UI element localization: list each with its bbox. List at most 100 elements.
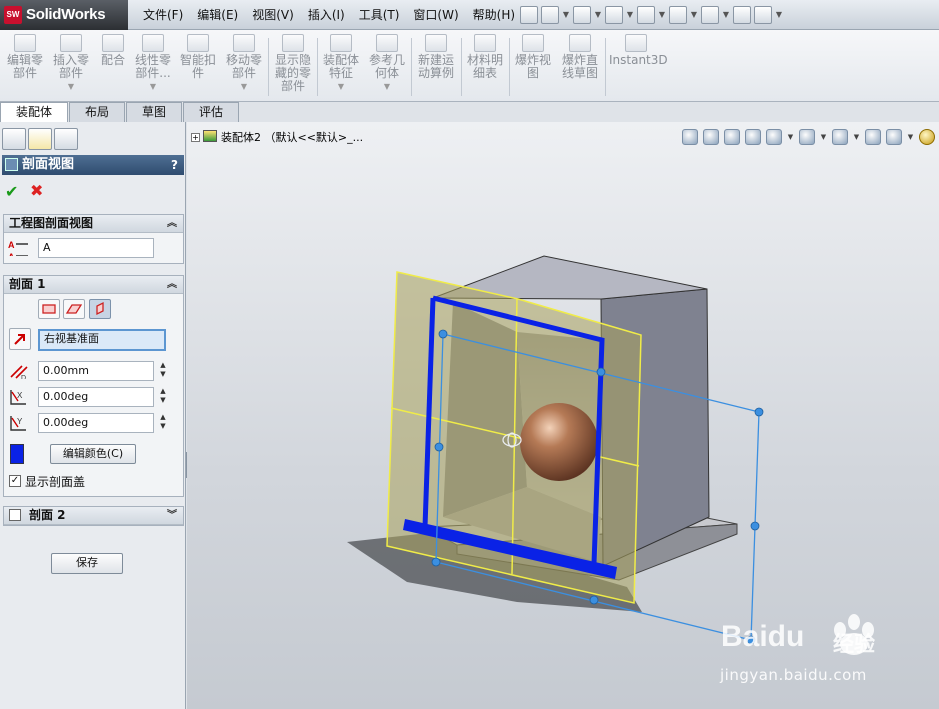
menu-tools[interactable]: 工具(T): [352, 0, 407, 30]
section2-header[interactable]: 剖面 2 ︾: [4, 507, 183, 525]
section-name-icon: A A: [8, 240, 28, 256]
chevron-down-icon: ▼: [383, 82, 391, 91]
edit-color-button[interactable]: 编辑颜色(C): [50, 444, 136, 464]
tab-layout[interactable]: 布局: [69, 102, 126, 122]
print-icon[interactable]: [637, 6, 655, 24]
ok-check-icon[interactable]: ✔: [5, 182, 18, 201]
chevron-down-icon[interactable]: ▼: [594, 6, 602, 24]
help-icon[interactable]: ?: [171, 155, 178, 175]
toolbar-separator: [411, 38, 412, 96]
show-cap-checkbox[interactable]: ✓: [9, 475, 21, 487]
tab-sketch[interactable]: 草图: [126, 102, 183, 122]
chevron-down-icon[interactable]: ▼: [658, 6, 666, 24]
collapse-chevron-icon[interactable]: ︽: [167, 276, 177, 293]
section2-checkbox[interactable]: [9, 509, 21, 521]
chevron-down-icon[interactable]: ▼: [626, 6, 634, 24]
svg-text:X: X: [17, 391, 23, 400]
reference-geometry-button[interactable]: 参考几何体 ▼: [366, 34, 408, 98]
show-cap-label: 显示剖面盖: [25, 475, 86, 489]
undo-icon[interactable]: [669, 6, 687, 24]
tab-evaluate[interactable]: 评估: [183, 102, 240, 122]
explode-line-sketch-button[interactable]: 爆炸直线草图: [558, 34, 602, 98]
menu-help[interactable]: 帮助(H): [466, 0, 522, 30]
svg-text:A: A: [8, 252, 15, 256]
collapse-chevron-icon[interactable]: ︽: [167, 215, 177, 232]
menu-insert[interactable]: 插入(I): [301, 0, 352, 30]
sphere-part: [520, 403, 598, 481]
save-icon[interactable]: [605, 6, 623, 24]
top-plane-button[interactable]: [63, 299, 85, 319]
title-menu-bar: SW SolidWorks 文件(F) 编辑(E) 视图(V) 插入(I) 工具…: [0, 0, 939, 30]
chevron-down-icon[interactable]: ▼: [775, 6, 783, 24]
new-document-icon[interactable]: [541, 6, 559, 24]
property-manager-tab-icon[interactable]: [28, 128, 52, 150]
save-button[interactable]: 保存: [51, 553, 123, 574]
exploded-view-icon: [522, 34, 544, 52]
section1-header[interactable]: 剖面 1 ︽: [4, 276, 183, 294]
chevron-down-icon: ▼: [240, 82, 248, 91]
select-arrow-icon[interactable]: [701, 6, 719, 24]
feature-manager-tab-icon[interactable]: [2, 128, 26, 150]
pin-icon[interactable]: [520, 6, 538, 24]
insert-component-icon: [60, 34, 82, 52]
show-hidden-icon: [282, 34, 304, 52]
bom-icon: [474, 34, 496, 52]
svg-text:Y: Y: [17, 417, 23, 426]
chevron-down-icon: ▼: [337, 82, 345, 91]
toolbar-separator: [605, 38, 606, 96]
section-name-input[interactable]: A: [38, 238, 154, 258]
drawing-section-header[interactable]: 工程图剖面视图 ︽: [4, 215, 183, 233]
menu-view[interactable]: 视图(V): [245, 0, 301, 30]
chevron-down-icon[interactable]: ▼: [690, 6, 698, 24]
rotate-x-input[interactable]: 0.00deg: [38, 387, 154, 407]
front-plane-button[interactable]: [38, 299, 60, 319]
toolbar-separator: [509, 38, 510, 96]
exploded-view-button[interactable]: 爆炸视图: [512, 34, 554, 98]
rebuild-icon[interactable]: [733, 6, 751, 24]
instant3d-button[interactable]: Instant3D: [609, 34, 668, 98]
show-hidden-button[interactable]: 显示隐藏的零部件: [272, 34, 314, 98]
offset-distance-spinner[interactable]: ▲ ▼: [157, 361, 169, 381]
command-manager: 编辑零部件 插入零部件 ▼ 配合 线性零部件... ▼ 智能扣件 移动零部件 ▼ 显示…: [0, 30, 939, 102]
tab-assembly[interactable]: 装配体: [0, 102, 69, 122]
reference-plane-selector[interactable]: [9, 328, 31, 350]
mate-button[interactable]: 配合: [96, 34, 130, 98]
graphics-viewport[interactable]: + 装配体2 （默认<<默认>_... ▼ ▼ ▼ ▼ Baidu 经验 jin…: [187, 122, 939, 709]
quick-access-toolbar: ▼ ▼ ▼ ▼ ▼ ▼ ▼: [520, 5, 783, 25]
solidworks-logo-icon: SW: [4, 6, 22, 24]
solidworks-logo[interactable]: SW SolidWorks: [0, 0, 128, 30]
bom-button[interactable]: 材料明细表: [464, 34, 506, 98]
new-motion-study-button[interactable]: 新建运动算例: [414, 34, 458, 98]
menu-window[interactable]: 窗口(W): [406, 0, 465, 30]
chevron-down-icon[interactable]: ▼: [562, 6, 570, 24]
smart-fastener-button[interactable]: 智能扣件: [177, 34, 219, 98]
rotate-y-input[interactable]: 0.00deg: [38, 413, 154, 433]
open-icon[interactable]: [573, 6, 591, 24]
instant3d-icon: [625, 34, 647, 52]
options-icon[interactable]: [754, 6, 772, 24]
cancel-x-icon[interactable]: ✖: [30, 181, 43, 200]
menu-edit[interactable]: 编辑(E): [190, 0, 245, 30]
chevron-down-icon[interactable]: ▼: [722, 6, 730, 24]
expand-chevron-icon[interactable]: ︾: [167, 507, 177, 524]
reference-plane-input[interactable]: 右视基准面: [38, 329, 166, 351]
move-component-button[interactable]: 移动零部件 ▼: [223, 34, 265, 98]
offset-distance-input[interactable]: 0.00mm: [38, 361, 154, 381]
rotate-y-spinner[interactable]: ▲ ▼: [157, 413, 169, 433]
configuration-manager-tab-icon[interactable]: [54, 128, 78, 150]
linear-pattern-button[interactable]: 线性零部件... ▼: [133, 34, 173, 98]
assembly-feature-button[interactable]: 装配体特征 ▼: [320, 34, 362, 98]
section2-group: 剖面 2 ︾: [3, 506, 184, 526]
right-plane-button[interactable]: [89, 299, 111, 319]
rotate-x-spinner[interactable]: ▲ ▼: [157, 387, 169, 407]
watermark-product: 经验: [833, 632, 875, 656]
app-name: SolidWorks: [26, 6, 106, 23]
section-view-icon: [5, 158, 18, 171]
menu-file[interactable]: 文件(F): [136, 0, 190, 30]
edit-component-icon: [14, 34, 36, 52]
offset-distance-icon: D: [10, 365, 28, 379]
edit-component-button[interactable]: 编辑零部件: [4, 34, 46, 98]
insert-component-button[interactable]: 插入零部件 ▼: [50, 34, 92, 98]
toolbar-separator: [268, 38, 269, 96]
rotate-x-icon: X: [10, 390, 26, 405]
